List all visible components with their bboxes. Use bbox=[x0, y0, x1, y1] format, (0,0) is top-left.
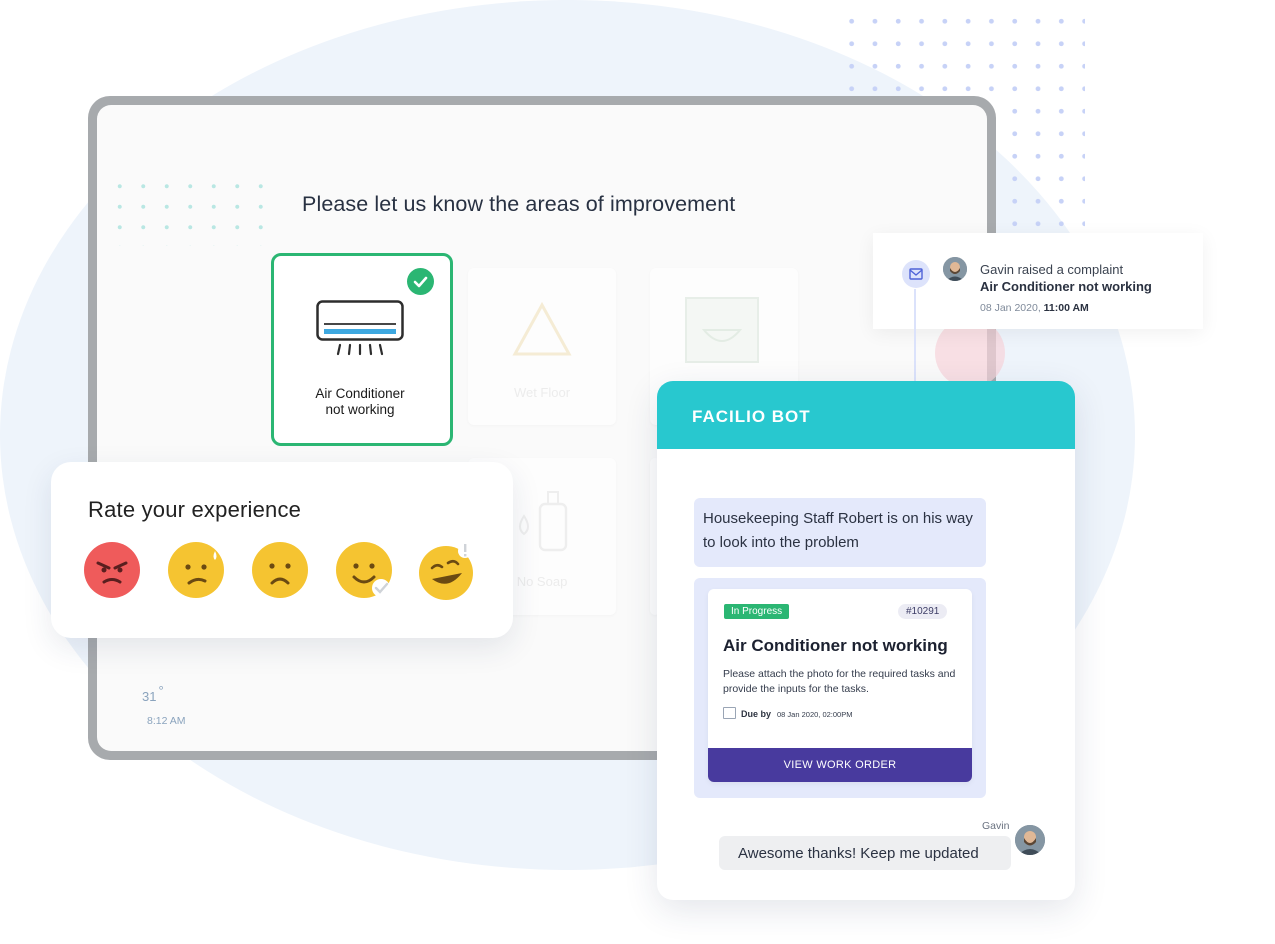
wet-floor-icon bbox=[512, 302, 572, 356]
work-order-id-badge: #10291 bbox=[898, 604, 948, 619]
avatar bbox=[1015, 825, 1045, 855]
mail-icon bbox=[902, 260, 930, 288]
survey-title: Please let us know the areas of improvem… bbox=[302, 192, 736, 216]
temperature-reading: 31 ° bbox=[142, 683, 164, 704]
chat-title: FACILIO BOT bbox=[692, 407, 811, 426]
user-reply-text: Awesome thanks! Keep me updated bbox=[738, 845, 979, 862]
timeline-connector bbox=[914, 289, 916, 394]
notification-timestamp: 08 Jan 2020, 11:00 AM bbox=[980, 302, 1089, 314]
option-label: Wet Floor bbox=[513, 385, 571, 400]
sad-face-icon[interactable] bbox=[251, 541, 309, 604]
sink-icon bbox=[685, 297, 759, 363]
dot-pattern-decoration bbox=[108, 176, 268, 246]
clock-time: 8:12 AM bbox=[147, 715, 186, 727]
due-date: 08 Jan 2020, 02:00PM bbox=[777, 710, 853, 719]
calendar-icon bbox=[723, 707, 736, 719]
work-order-description: Please attach the photo for the required… bbox=[723, 668, 956, 695]
option-label: Air Conditioner not working bbox=[315, 386, 405, 417]
rating-title: Rate your experience bbox=[88, 497, 302, 522]
smiling-face-icon[interactable] bbox=[335, 541, 393, 604]
notification-text: Gavin raised a complaint bbox=[980, 262, 1124, 277]
checkmark-icon bbox=[407, 268, 434, 295]
air-conditioner-icon bbox=[316, 300, 404, 363]
worried-face-icon[interactable] bbox=[167, 541, 225, 604]
option-tile-wet-floor[interactable]: Wet Floor bbox=[468, 268, 616, 425]
status-badge: In Progress bbox=[724, 604, 790, 619]
bot-message-text: Housekeeping Staff Robert is on his way … bbox=[703, 510, 973, 551]
avatar bbox=[943, 257, 967, 281]
soap-icon bbox=[519, 491, 568, 552]
laughing-face-icon[interactable] bbox=[418, 541, 478, 606]
work-order-title: Air Conditioner not working bbox=[723, 636, 948, 655]
angry-face-icon[interactable] bbox=[83, 541, 141, 604]
reply-sender-name: Gavin bbox=[982, 820, 1010, 832]
due-label: Due by bbox=[741, 709, 772, 719]
notification-subject: Air Conditioner not working bbox=[980, 279, 1152, 294]
view-work-order-button[interactable]: VIEW WORK ORDER bbox=[708, 748, 972, 782]
